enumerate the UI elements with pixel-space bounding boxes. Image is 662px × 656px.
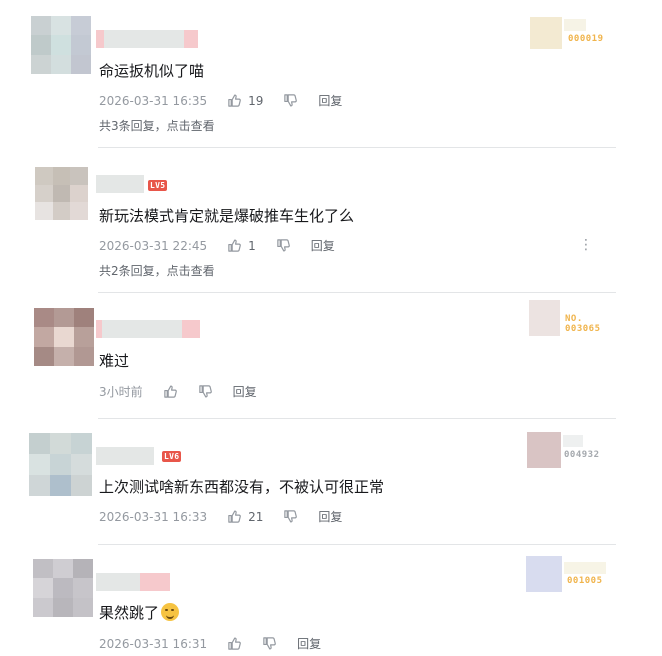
fan-badge-image [529, 300, 560, 336]
comment-text: 新玩法模式肯定就是爆破推车生化了么 [99, 207, 355, 225]
user-level-badge: LV5 [148, 180, 168, 191]
fan-badge-image [564, 562, 606, 574]
dislike-button[interactable] [198, 384, 213, 399]
fan-badge-number: 004932 [564, 450, 600, 460]
reply-button[interactable]: 回复 [318, 508, 342, 525]
avatar[interactable] [31, 16, 91, 74]
thumb-down-icon [283, 93, 298, 108]
fan-badge-number: 003065 [565, 324, 601, 334]
divider [98, 544, 616, 545]
fan-badge-image [530, 17, 562, 49]
divider [98, 147, 616, 148]
thumb-up-icon [163, 384, 178, 399]
view-replies-link[interactable]: 共3条回复，点击查看 [99, 117, 215, 134]
fan-badge-image [564, 19, 586, 31]
thumb-down-icon [276, 238, 291, 253]
fan-badge-image [526, 556, 562, 592]
avatar[interactable] [34, 308, 94, 366]
thumb-down-icon [283, 509, 298, 524]
view-replies-link[interactable]: 共2条回复，点击查看 [99, 262, 215, 279]
more-vertical-icon[interactable]: ⋮ [579, 238, 593, 252]
thumb-up-icon [227, 509, 242, 524]
username[interactable] [96, 175, 144, 193]
divider [98, 292, 616, 293]
dislike-button[interactable] [276, 238, 291, 253]
comment-time: 2026-03-31 22:45 [99, 238, 208, 253]
smirk-emoji-icon [161, 603, 180, 621]
thumb-up-icon [227, 238, 242, 253]
username[interactable] [96, 573, 170, 591]
avatar[interactable] [35, 167, 88, 220]
comment-time: 2026-03-31 16:33 [99, 509, 208, 524]
comment-time: 2026-03-31 16:35 [99, 93, 208, 108]
comment-time: 3小时前 [99, 385, 143, 399]
dislike-button[interactable] [283, 509, 298, 524]
comment-meta: 2026-03-31 16:35 19 回复 [99, 92, 342, 109]
thumb-up-icon [227, 93, 242, 108]
reply-button[interactable]: 回复 [233, 383, 257, 400]
dislike-button[interactable] [262, 636, 277, 651]
comment-meta: 2026-03-31 16:31 回复 [99, 635, 321, 652]
comment-text: 上次测试啥新东西都没有，不被认可很正常 [99, 478, 385, 496]
reply-button[interactable]: 回复 [297, 635, 321, 652]
divider [98, 418, 616, 419]
dislike-button[interactable] [283, 93, 298, 108]
reply-button[interactable]: 回复 [311, 237, 335, 254]
reply-button[interactable]: 回复 [318, 92, 342, 109]
comment-text-content: 果然跳了 [99, 604, 160, 622]
like-button[interactable] [227, 636, 242, 651]
like-count: 19 [248, 93, 264, 108]
avatar[interactable] [33, 559, 93, 617]
avatar[interactable] [29, 433, 92, 496]
username[interactable] [96, 30, 198, 48]
like-button[interactable]: 19 [227, 93, 263, 108]
thumb-down-icon [262, 636, 277, 651]
comment-meta: 2026-03-31 22:45 1 回复 [99, 237, 335, 254]
like-button[interactable]: 21 [227, 509, 263, 524]
like-button[interactable] [163, 384, 178, 399]
fan-badge-prefix: NO. [565, 314, 583, 324]
comment-text: 难过 [99, 352, 130, 370]
fan-badge-image [527, 432, 561, 468]
like-count: 1 [248, 238, 256, 253]
comment-meta: 2026-03-31 16:33 21 回复 [99, 508, 342, 525]
user-level-badge: LV6 [162, 451, 182, 462]
username[interactable] [96, 447, 154, 465]
thumb-down-icon [198, 384, 213, 399]
comment-meta: 3小时前 回复 [99, 383, 257, 400]
fan-badge-number: 000019 [568, 34, 604, 44]
username[interactable] [96, 320, 200, 338]
like-button[interactable]: 1 [227, 238, 256, 253]
like-count: 21 [248, 509, 264, 524]
comment-text: 命运扳机似了喵 [99, 62, 205, 80]
thumb-up-icon [227, 636, 242, 651]
fan-badge-image [563, 435, 583, 447]
comment-text: 果然跳了 [99, 603, 180, 623]
fan-badge-number: 001005 [567, 576, 603, 586]
comment-time: 2026-03-31 16:31 [99, 636, 208, 651]
